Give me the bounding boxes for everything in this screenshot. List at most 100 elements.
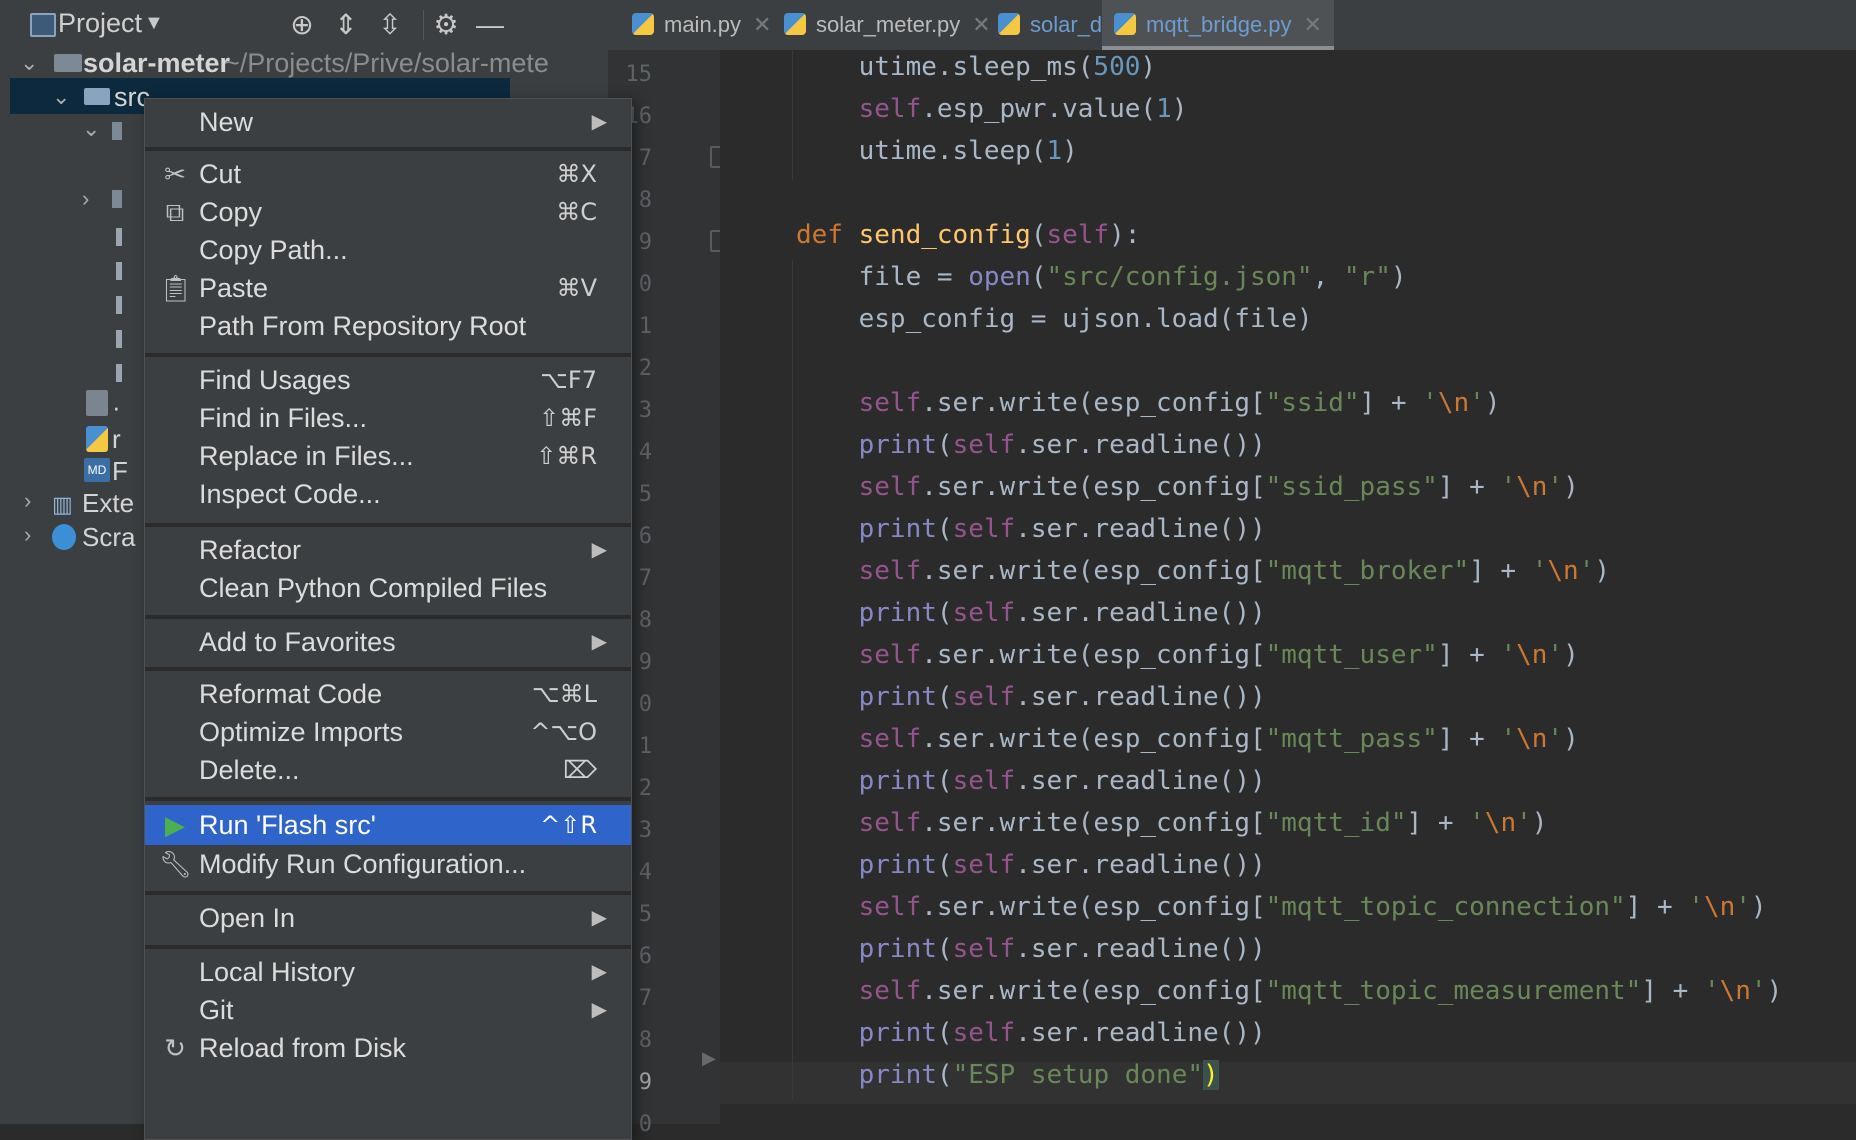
menu-separator: [145, 615, 631, 619]
menu-item-label: Delete...: [199, 755, 300, 785]
external-libraries-label[interactable]: Exte: [82, 488, 134, 519]
chevron-down-icon[interactable]: ⌄: [82, 116, 100, 142]
code-line[interactable]: print(self.ser.readline()): [796, 1018, 1266, 1048]
python-file-icon: [784, 13, 806, 35]
menu-item-label: New: [199, 107, 254, 137]
close-icon[interactable]: ✕: [972, 12, 990, 37]
chevron-right-icon[interactable]: ›: [82, 186, 89, 212]
code-line[interactable]: self.ser.write(esp_config["mqtt_id"] + '…: [796, 808, 1548, 838]
menu-item-copy-path[interactable]: Copy Path...: [145, 231, 631, 269]
gear-icon[interactable]: ⚙: [426, 0, 466, 50]
shortcut: ⌘C: [556, 198, 597, 226]
file-icon: [116, 296, 122, 314]
menu-item-new[interactable]: New ▶: [145, 103, 631, 141]
menu-item-label: Modify Run Configuration...: [199, 849, 527, 879]
code-line[interactable]: utime.sleep(1): [796, 136, 1078, 166]
tree-item-partial[interactable]: r: [112, 424, 121, 455]
code-line[interactable]: print(self.ser.readline()): [796, 598, 1266, 628]
chevron-down-icon[interactable]: ⌄: [20, 44, 38, 82]
menu-item-reformat-code[interactable]: Reformat Code ⌥⌘L: [145, 675, 631, 713]
code-line[interactable]: self.ser.write(esp_config["mqtt_pass"] +…: [796, 724, 1579, 754]
tab-solar-meter-py[interactable]: solar_meter.py ✕: [784, 0, 991, 50]
menu-item-cut[interactable]: ✂ Cut ⌘X: [145, 155, 631, 193]
reload-icon: ↻: [164, 1033, 186, 1063]
chevron-down-icon[interactable]: ▼: [144, 8, 164, 38]
code-line[interactable]: def send_config(self):: [796, 220, 1140, 250]
code-line[interactable]: esp_config = ujson.load(file): [796, 304, 1313, 334]
menu-item-label: Clean Python Compiled Files: [199, 573, 548, 603]
indent-guide: [792, 260, 793, 1100]
tree-row-root[interactable]: ⌄ solar-meter ~/Projects/Prive/solar-met…: [10, 44, 549, 82]
tree-item-partial[interactable]: ·: [112, 392, 121, 423]
hide-panel-icon[interactable]: —: [470, 0, 510, 50]
menu-item-delete[interactable]: Delete... ⌦: [145, 751, 631, 789]
expand-all-icon[interactable]: ⇕: [326, 0, 366, 50]
code-line[interactable]: print(self.ser.readline()): [796, 430, 1266, 460]
code-line[interactable]: self.esp_pwr.value(1): [796, 94, 1188, 124]
scissors-icon: ✂: [164, 159, 186, 189]
menu-item-find-in-files[interactable]: Find in Files... ⇧⌘F: [145, 399, 631, 437]
python-file-icon: [632, 13, 654, 35]
code-line[interactable]: self.ser.write(esp_config["mqtt_broker"]…: [796, 556, 1610, 586]
code-line[interactable]: print("ESP setup done"): [796, 1060, 1219, 1090]
menu-item-inspect-code[interactable]: Inspect Code...: [145, 475, 631, 513]
menu-item-open-in[interactable]: Open In ▶: [145, 899, 631, 937]
menu-item-label: Git: [199, 995, 234, 1025]
menu-item-path-from-root[interactable]: Path From Repository Root: [145, 307, 631, 345]
project-panel-title[interactable]: Project: [58, 8, 142, 39]
folder-icon: [112, 122, 122, 140]
menu-item-paste[interactable]: 📋︎ Paste ⌘V: [145, 269, 631, 307]
code-line[interactable]: print(self.ser.readline()): [796, 682, 1266, 712]
code-line[interactable]: self.ser.write(esp_config["mqtt_topic_co…: [796, 892, 1767, 922]
tab-mqtt-bridge-py[interactable]: mqtt_bridge.py ✕: [1102, 0, 1334, 50]
tree-item-partial[interactable]: F: [112, 456, 128, 487]
project-panel-header: Project ▼ ⊕ ⇕ ⇳ ⚙ —: [10, 0, 608, 50]
code-line[interactable]: print(self.ser.readline()): [796, 766, 1266, 796]
menu-separator: [145, 945, 631, 949]
tab-main-py[interactable]: main.py ✕: [632, 0, 771, 50]
chevron-down-icon[interactable]: ⌄: [52, 84, 70, 110]
folder-icon: [112, 190, 122, 208]
code-line[interactable]: print(self.ser.readline()): [796, 934, 1266, 964]
shortcut: ⌘X: [556, 160, 597, 188]
menu-item-label: Path From Repository Root: [199, 311, 527, 341]
context-menu: New ▶ ✂ Cut ⌘X ⧉ Copy ⌘C Copy Path... 📋︎…: [144, 98, 632, 1140]
shortcut: ⌥F7: [540, 366, 597, 394]
chevron-right-icon[interactable]: ›: [24, 488, 31, 514]
tab-label: mqtt_bridge.py: [1146, 12, 1292, 37]
code-line[interactable]: self.ser.write(esp_config["mqtt_user"] +…: [796, 640, 1579, 670]
menu-item-copy[interactable]: ⧉ Copy ⌘C: [145, 193, 631, 231]
close-icon[interactable]: ✕: [1304, 12, 1322, 37]
code-area[interactable]: utime.sleep_ms(500) self.esp_pwr.value(1…: [796, 50, 1856, 1124]
python-file-icon: [1114, 13, 1136, 35]
chevron-right-icon[interactable]: ›: [24, 522, 31, 548]
menu-item-local-history[interactable]: Local History ▶: [145, 953, 631, 991]
menu-item-optimize-imports[interactable]: Optimize Imports ^⌥O: [145, 713, 631, 751]
menu-item-modify-run-config[interactable]: 🔧︎ Modify Run Configuration...: [145, 845, 631, 883]
menu-item-reload-from-disk[interactable]: ↻ Reload from Disk: [145, 1029, 631, 1067]
scratches-label[interactable]: Scra: [82, 522, 135, 553]
file-icon: [116, 228, 122, 246]
menu-item-label: Run 'Flash src': [199, 810, 376, 840]
menu-item-refactor[interactable]: Refactor ▶: [145, 531, 631, 569]
menu-item-clean-python[interactable]: Clean Python Compiled Files: [145, 569, 631, 607]
menu-item-find-usages[interactable]: Find Usages ⌥F7: [145, 361, 631, 399]
menu-item-git[interactable]: Git ▶: [145, 991, 631, 1029]
code-line[interactable]: self.ser.write(esp_config["ssid"] + '\n'…: [796, 388, 1501, 418]
code-line[interactable]: print(self.ser.readline()): [796, 850, 1266, 880]
locate-file-icon[interactable]: ⊕: [282, 0, 322, 50]
collapse-all-icon[interactable]: ⇳: [370, 0, 410, 50]
menu-item-replace-in-files[interactable]: Replace in Files... ⇧⌘R: [145, 437, 631, 475]
code-line[interactable]: self.ser.write(esp_config["mqtt_topic_me…: [796, 976, 1783, 1006]
close-icon[interactable]: ✕: [753, 12, 771, 37]
code-line[interactable]: utime.sleep_ms(500): [796, 52, 1156, 82]
code-line[interactable]: file = open("src/config.json", "r"): [796, 262, 1407, 292]
menu-item-add-to-favorites[interactable]: Add to Favorites ▶: [145, 623, 631, 661]
menu-item-run-flash-src[interactable]: ▶ Run 'Flash src' ^⇧R: [145, 805, 631, 845]
menu-item-label: Replace in Files...: [199, 441, 414, 471]
header-divider: [423, 10, 424, 40]
code-line[interactable]: self.ser.write(esp_config["ssid_pass"] +…: [796, 472, 1579, 502]
tab-label: main.py: [664, 12, 742, 37]
python-file-icon: [998, 13, 1020, 35]
code-line[interactable]: print(self.ser.readline()): [796, 514, 1266, 544]
